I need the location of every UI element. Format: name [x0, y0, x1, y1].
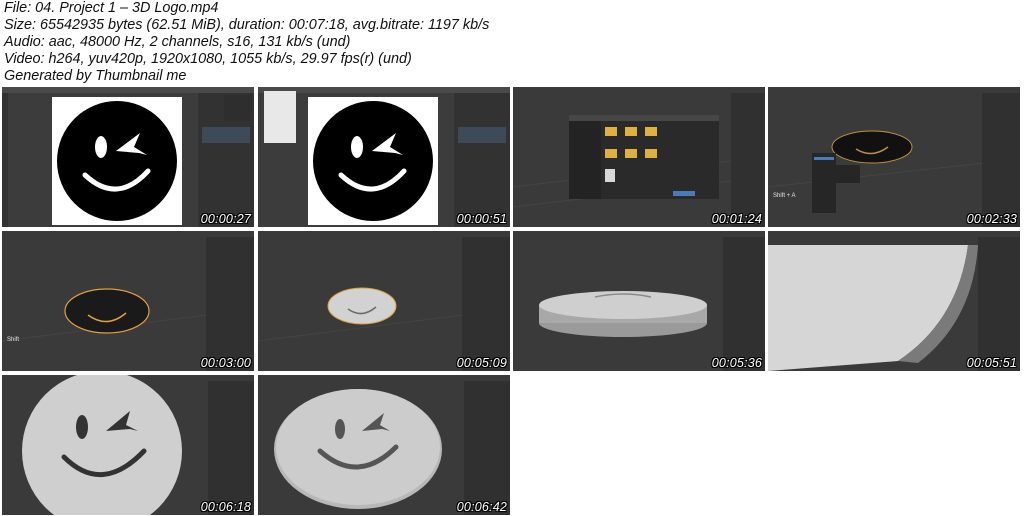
- generator-line: Generated by Thumbnail me: [4, 68, 187, 84]
- shortcut-hint: Shift: [7, 337, 20, 343]
- thumbnail-1[interactable]: 00:00:27: [2, 87, 254, 227]
- blender-logo-angled-scene: [258, 375, 510, 515]
- timestamp: 00:05:09: [456, 356, 507, 370]
- timestamp: 00:05:36: [711, 356, 762, 370]
- blender-closeup-edge-scene: [768, 231, 1020, 371]
- timestamp: 00:06:42: [456, 500, 507, 514]
- blender-add-menu-scene: [768, 87, 1020, 227]
- timestamp: 00:00:27: [200, 212, 251, 226]
- timestamp: 00:03:00: [200, 356, 251, 370]
- blender-file-browser-scene: [513, 87, 765, 227]
- thumbnail-6[interactable]: 00:05:09: [258, 231, 510, 371]
- timestamp: 00:05:51: [966, 356, 1017, 370]
- blender-filled-curve-scene: [258, 231, 510, 371]
- thumbnail-7[interactable]: 00:05:36: [513, 231, 765, 371]
- video-info-line: Video: h264, yuv420p, 1920x1080, 1055 kb…: [4, 51, 412, 67]
- file-name-line: File: 04. Project 1 – 3D Logo.mp4: [4, 0, 219, 16]
- photoshop-logo-menu-scene: [258, 87, 510, 227]
- thumbnail-4[interactable]: Shift + A 00:02:33: [768, 87, 1020, 227]
- shortcut-hint: Shift + A: [773, 193, 796, 199]
- blender-extruded-disk-scene: [513, 231, 765, 371]
- blender-curve-outline-scene: [2, 231, 254, 371]
- thumbnail-3[interactable]: 00:01:24: [513, 87, 765, 227]
- photoshop-logo-scene: [2, 87, 254, 227]
- file-size-line: Size: 65542935 bytes (62.51 MiB), durati…: [4, 17, 490, 33]
- video-info-header: File: 04. Project 1 – 3D Logo.mp4 Size: …: [4, 0, 1020, 85]
- thumbnail-10[interactable]: 00:06:42: [258, 375, 510, 515]
- thumbnail-5[interactable]: Shift 00:03:00: [2, 231, 254, 371]
- thumbnail-9[interactable]: 00:06:18: [2, 375, 254, 515]
- timestamp: 00:02:33: [966, 212, 1017, 226]
- thumbnail-8[interactable]: 00:05:51: [768, 231, 1020, 371]
- thumbnail-2[interactable]: 00:00:51: [258, 87, 510, 227]
- timestamp: 00:01:24: [711, 212, 762, 226]
- blender-logo-front-scene: [2, 375, 254, 515]
- timestamp: 00:00:51: [456, 212, 507, 226]
- timestamp: 00:06:18: [200, 500, 251, 514]
- audio-info-line: Audio: aac, 48000 Hz, 2 channels, s16, 1…: [4, 34, 351, 50]
